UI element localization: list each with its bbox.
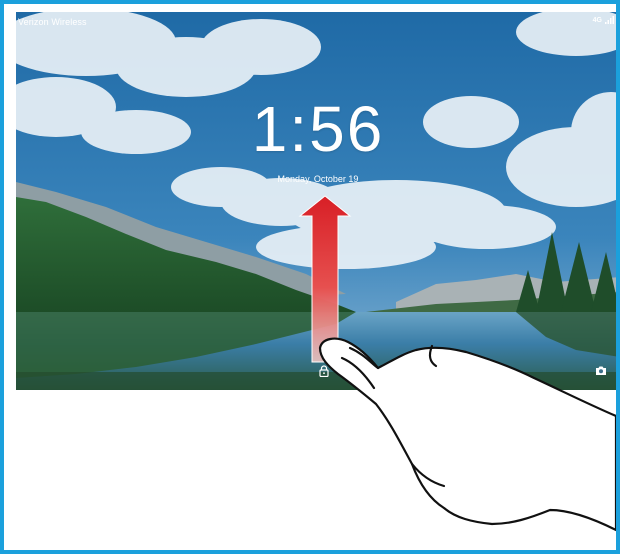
swipe-up-arrow-icon (298, 195, 352, 363)
tablet-frame: Verizon Wireless 4G 1:56 Monday, October… (0, 0, 620, 554)
swipe-gesture-overlay (298, 195, 616, 532)
hand-swipe-icon (318, 337, 616, 532)
